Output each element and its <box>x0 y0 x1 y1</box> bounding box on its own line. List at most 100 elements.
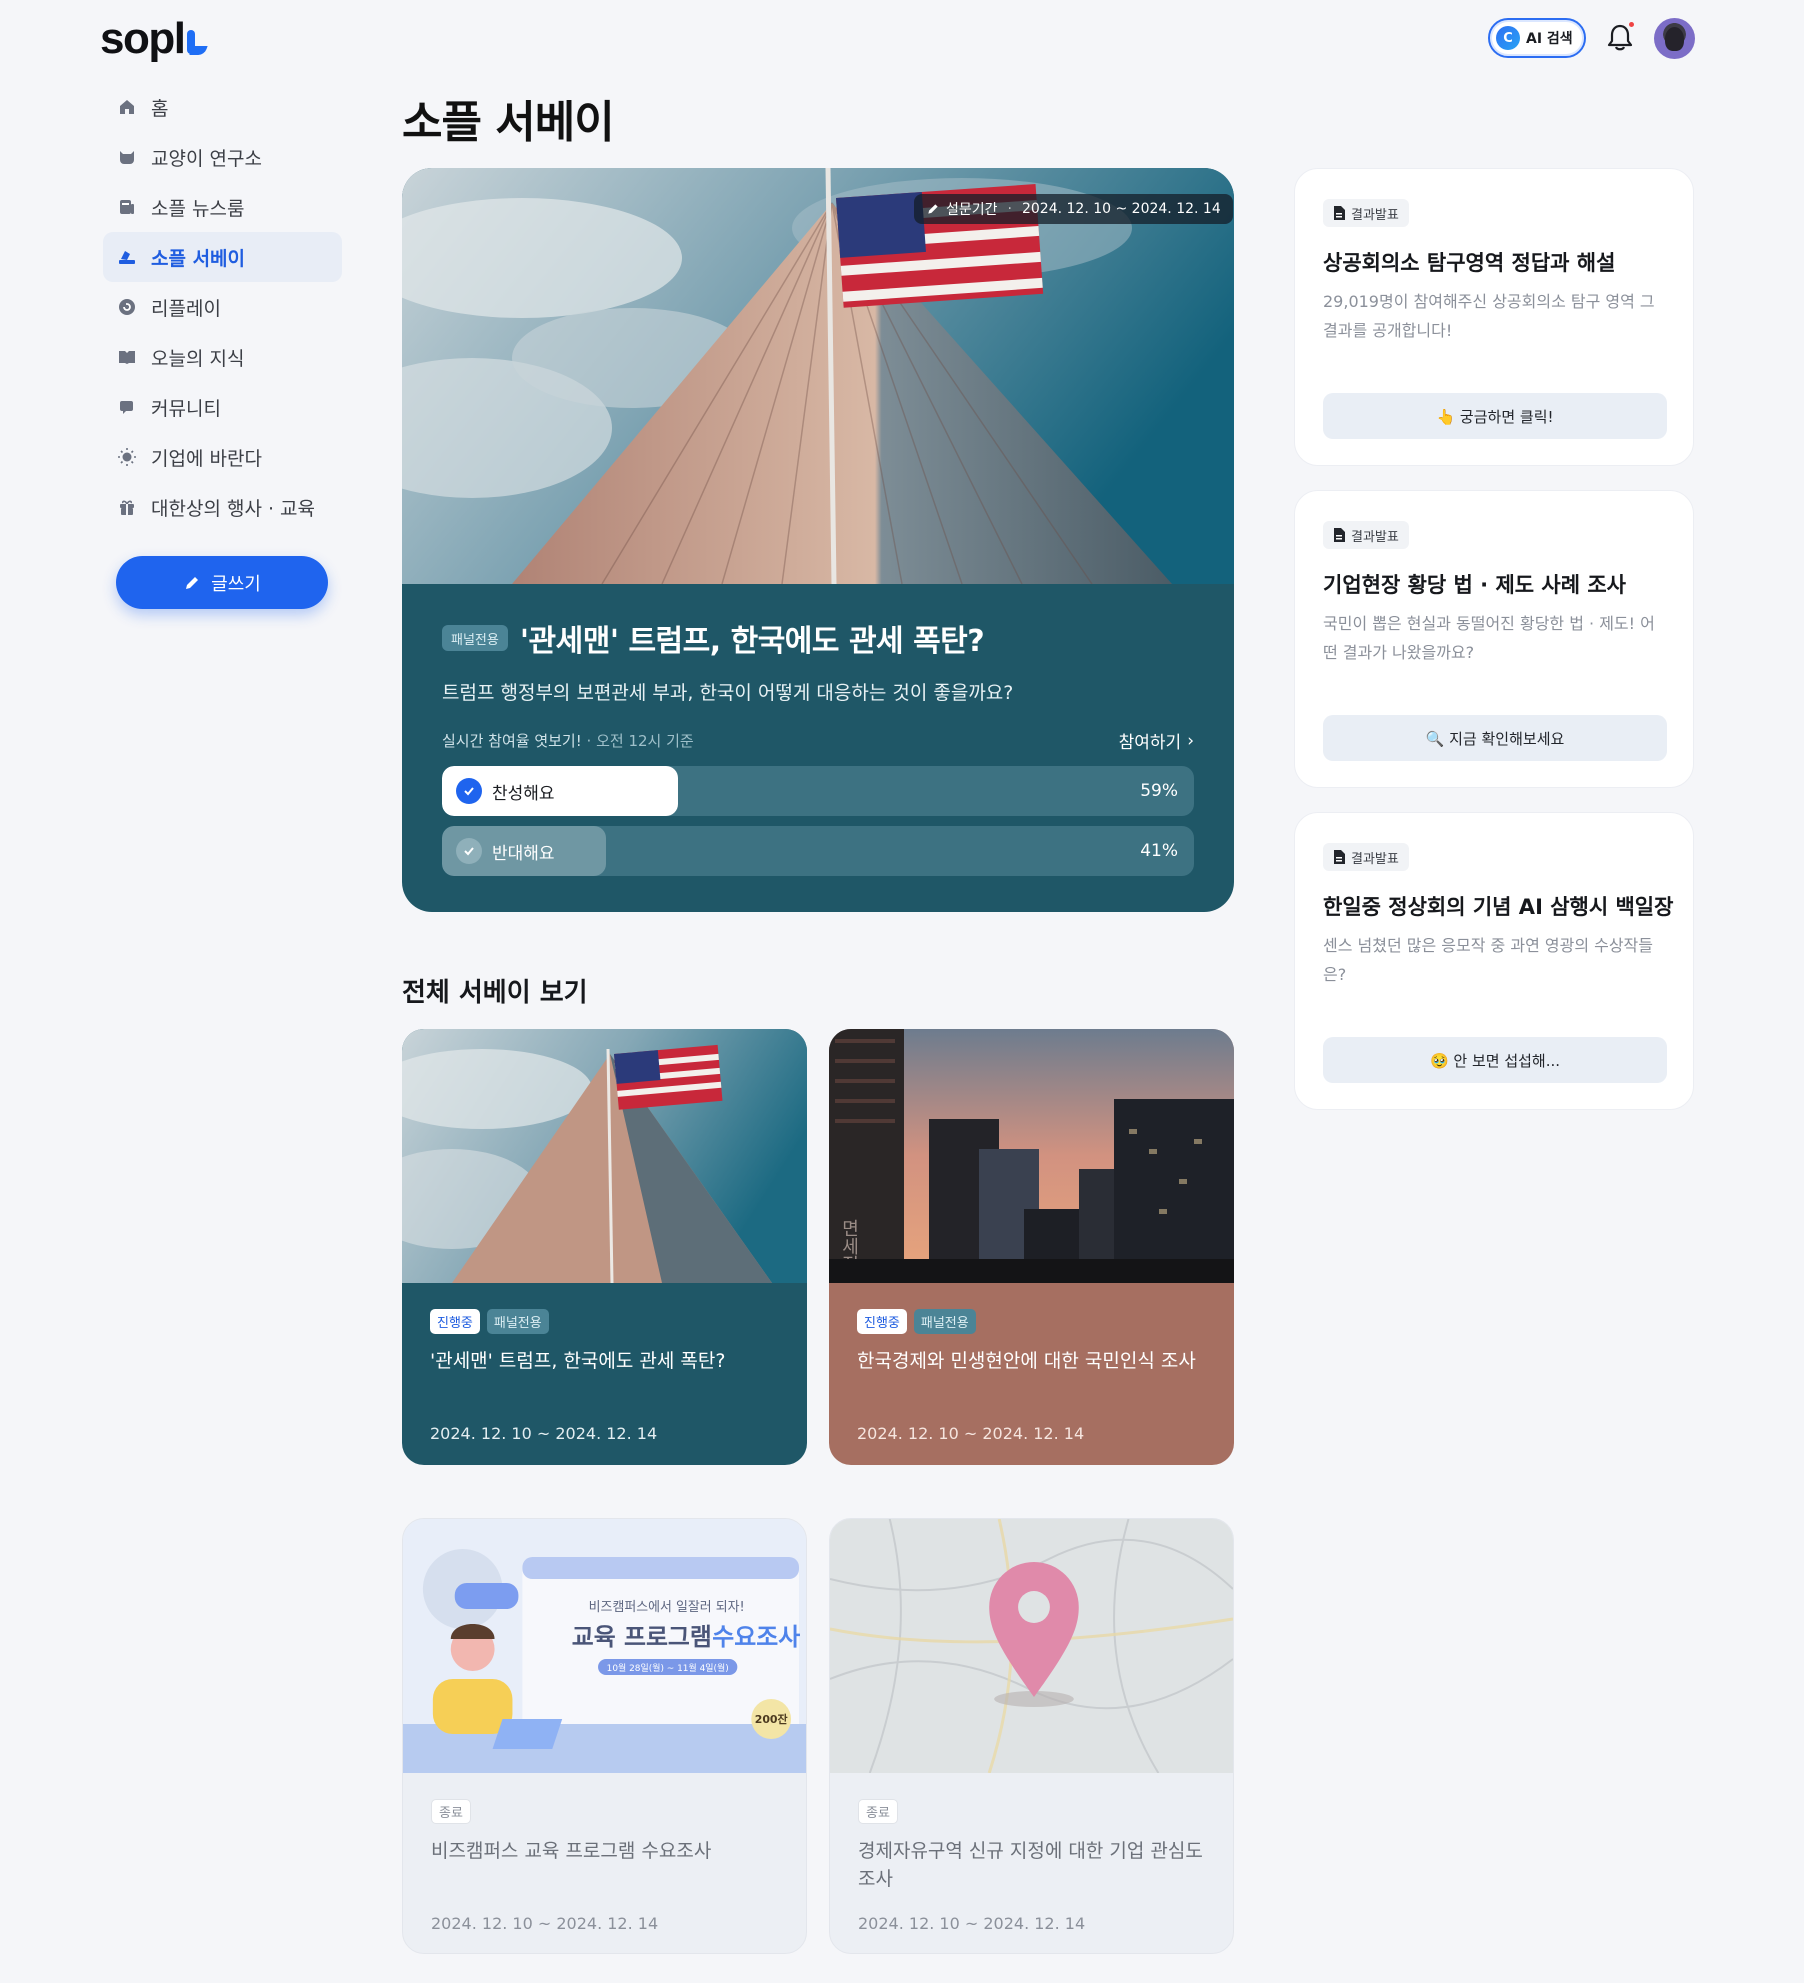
result-description: 29,019명이 참여해주신 상공회의소 탐구 영역 그 결과를 공개합니다! <box>1323 292 1655 340</box>
sidebar-item-events[interactable]: 대한상의 행사 · 교육 <box>103 482 342 532</box>
vote-option-disagree[interactable]: 반대해요 41% <box>442 826 1194 876</box>
result-button[interactable]: 👆 궁금하면 클릭! <box>1323 393 1667 439</box>
document-icon <box>1334 850 1345 864</box>
sidebar-item-lab[interactable]: 교양이 연구소 <box>103 132 342 182</box>
card-title: 한국경제와 민생현안에 대한 국민인식 조사 <box>857 1350 1196 1372</box>
check-circle-icon <box>456 838 482 864</box>
result-badge-label: 결과발표 <box>1351 529 1399 545</box>
document-icon <box>1334 528 1345 542</box>
hero-body: 패널전용 '관세맨' 트럼프, 한국에도 관세 폭탄? 트럼프 행정부의 보편관… <box>442 616 1194 705</box>
result-button[interactable]: 🔍 지금 확인해보세요 <box>1323 715 1667 761</box>
vote-percent: 41% <box>1140 841 1178 861</box>
logo-text: sopl <box>100 14 186 63</box>
sidebar-item-knowledge[interactable]: 오늘의 지식 <box>103 332 342 382</box>
separator-dot: · <box>1007 201 1012 217</box>
card-tags: 종료 <box>858 1799 898 1824</box>
sidebar-item-label: 기업에 바란다 <box>151 447 262 470</box>
join-link[interactable]: 참여하기 › <box>1118 728 1194 754</box>
sidebar-item-survey[interactable]: 소플 서베이 <box>103 232 342 282</box>
result-title: 한일중 정상회의 기념 AI 삼행시 백일장 <box>1323 895 1674 919</box>
result-card[interactable]: 결과발표 한일중 정상회의 기념 AI 삼행시 백일장 센스 넘쳤던 많은 응모… <box>1294 812 1694 1110</box>
chat-icon <box>117 397 137 417</box>
sidebar-item-label: 소플 서베이 <box>151 247 246 270</box>
survey-period-chip: 설문기간 · 2024. 12. 10 ~ 2024. 12. 14 <box>914 194 1233 224</box>
home-icon <box>117 97 137 117</box>
check-circle-icon <box>456 778 482 804</box>
banner-dates: 10월 28일(월) ~ 11월 4일(월) <box>607 1662 729 1674</box>
write-button-label: 글쓰기 <box>211 573 261 595</box>
replay-icon <box>117 297 137 317</box>
result-card[interactable]: 결과발표 기업현장 황당 법 · 제도 사례 조사 국민이 뽑은 현실과 동떨어… <box>1294 490 1694 788</box>
card-date: 2024. 12. 10 ~ 2024. 12. 14 <box>430 1424 658 1443</box>
pencil-icon <box>928 204 938 214</box>
period-dates: 2024. 12. 10 ~ 2024. 12. 14 <box>1021 201 1221 217</box>
result-button[interactable]: 🥹 안 보면 섭섭해... <box>1323 1037 1667 1083</box>
survey-icon <box>117 247 137 267</box>
survey-card[interactable]: 비즈캠퍼스에서 일잘러 되자! 교육 프로그램 수요조사 10월 28일(월) … <box>402 1518 807 1954</box>
card-tags: 진행중 패널전용 <box>430 1309 549 1334</box>
sidebar-item-label: 홈 <box>151 97 169 120</box>
result-card[interactable]: 결과발표 상공회의소 탐구영역 정답과 해설 29,019명이 참여해주신 상공… <box>1294 168 1694 466</box>
vote-option-label: 반대해요 <box>492 843 555 864</box>
sidebar-item-label: 커뮤니티 <box>151 397 221 420</box>
newspaper-icon <box>117 197 137 217</box>
book-icon <box>117 347 137 367</box>
bulb-icon <box>117 447 137 467</box>
live-time: · 오전 12시 기준 <box>586 732 694 750</box>
panel-only-tag: 패널전용 <box>442 625 508 651</box>
survey-card[interactable]: 진행중 패널전용 '관세맨' 트럼프, 한국에도 관세 폭탄? 2024. 12… <box>402 1029 807 1465</box>
card-tags: 종료 <box>431 1799 471 1824</box>
ai-search-label: AI 검색 <box>1526 31 1573 47</box>
live-label: 실시간 참여율 엿보기! <box>442 732 582 750</box>
gift-icon <box>117 497 137 517</box>
write-button[interactable]: 글쓰기 <box>116 556 328 609</box>
sidebar-item-label: 오늘의 지식 <box>151 347 245 370</box>
hero-subtitle: 트럼프 행정부의 보편관세 부과, 한국이 어떻게 대응하는 것이 좋을까요? <box>442 682 1014 704</box>
result-badge: 결과발표 <box>1323 843 1409 871</box>
result-description: 국민이 뽑은 현실과 동떨어진 황당한 법 · 제도! 어떤 결과가 나왔을까요… <box>1323 614 1655 662</box>
live-participation: 실시간 참여율 엿보기! · 오전 12시 기준 <box>442 730 694 751</box>
chevron-right-icon: › <box>1187 730 1194 751</box>
logo[interactable]: sopl <box>100 14 205 64</box>
ai-search-button[interactable]: C AI 검색 <box>1488 18 1586 58</box>
sidebar-item-replay[interactable]: 리플레이 <box>103 282 342 332</box>
section-title-all-surveys: 전체 서베이 보기 <box>402 978 588 1008</box>
status-badge: 진행중 <box>857 1309 907 1334</box>
hero-meta: 실시간 참여율 엿보기! · 오전 12시 기준 참여하기 › <box>442 728 1194 754</box>
cat-icon <box>117 147 137 167</box>
survey-card[interactable]: 면세점 진행중 패널전용 한국경제와 민생현안에 대한 국민인식 조사 2024… <box>829 1029 1234 1465</box>
card-date: 2024. 12. 10 ~ 2024. 12. 14 <box>858 1914 1086 1933</box>
hero-survey-card[interactable]: 설문기간 · 2024. 12. 10 ~ 2024. 12. 14 패널전용 … <box>402 168 1234 912</box>
banner-top-text: 비즈캠퍼스에서 일잘러 되자! <box>589 1600 745 1615</box>
join-label: 참여하기 <box>1118 733 1182 753</box>
result-badge: 결과발표 <box>1323 199 1409 227</box>
result-badge-label: 결과발표 <box>1351 851 1399 867</box>
vote-option-label: 찬성해요 <box>492 783 555 804</box>
vote-percent: 59% <box>1140 781 1178 801</box>
vote-option-agree[interactable]: 찬성해요 59% <box>442 766 1194 816</box>
survey-card[interactable]: 종료 경제자유구역 신규 지정에 대한 기업 관심도 조사 2024. 12. … <box>829 1518 1234 1954</box>
vote-option-label-wrap: 반대해요 <box>456 826 555 876</box>
vote-option-label-wrap: 찬성해요 <box>456 766 555 816</box>
notification-dot <box>1629 22 1634 27</box>
sidebar-item-community[interactable]: 커뮤니티 <box>103 382 342 432</box>
result-title: 상공회의소 탐구영역 정답과 해설 <box>1323 251 1616 275</box>
coffee-badge: 200잔 <box>755 1712 788 1726</box>
panel-only-tag: 패널전용 <box>913 1309 976 1334</box>
sidebar-item-wishes[interactable]: 기업에 바란다 <box>103 432 342 482</box>
result-description: 센스 넘쳤던 많은 응모작 중 과연 영광의 수상작들은? <box>1323 936 1654 984</box>
card-title: 비즈캠퍼스 교육 프로그램 수요조사 <box>431 1840 712 1862</box>
avatar[interactable] <box>1654 18 1695 59</box>
card-image <box>830 1519 1233 1773</box>
card-title: '관세맨' 트럼프, 한국에도 관세 폭탄? <box>430 1350 726 1372</box>
status-badge: 진행중 <box>430 1309 480 1334</box>
card-date: 2024. 12. 10 ~ 2024. 12. 14 <box>857 1424 1085 1443</box>
panel-only-tag: 패널전용 <box>486 1309 549 1334</box>
result-badge: 결과발표 <box>1323 521 1409 549</box>
sidebar-item-label: 대한상의 행사 · 교육 <box>151 497 315 520</box>
sidebar-item-newsroom[interactable]: 소플 뉴스룸 <box>103 182 342 232</box>
sidebar-item-home[interactable]: 홈 <box>103 82 342 132</box>
period-label: 설문기간 <box>946 202 998 218</box>
sidebar-item-label: 소플 뉴스룸 <box>151 197 245 220</box>
card-title: 경제자유구역 신규 지정에 대한 기업 관심도 조사 <box>858 1840 1203 1890</box>
